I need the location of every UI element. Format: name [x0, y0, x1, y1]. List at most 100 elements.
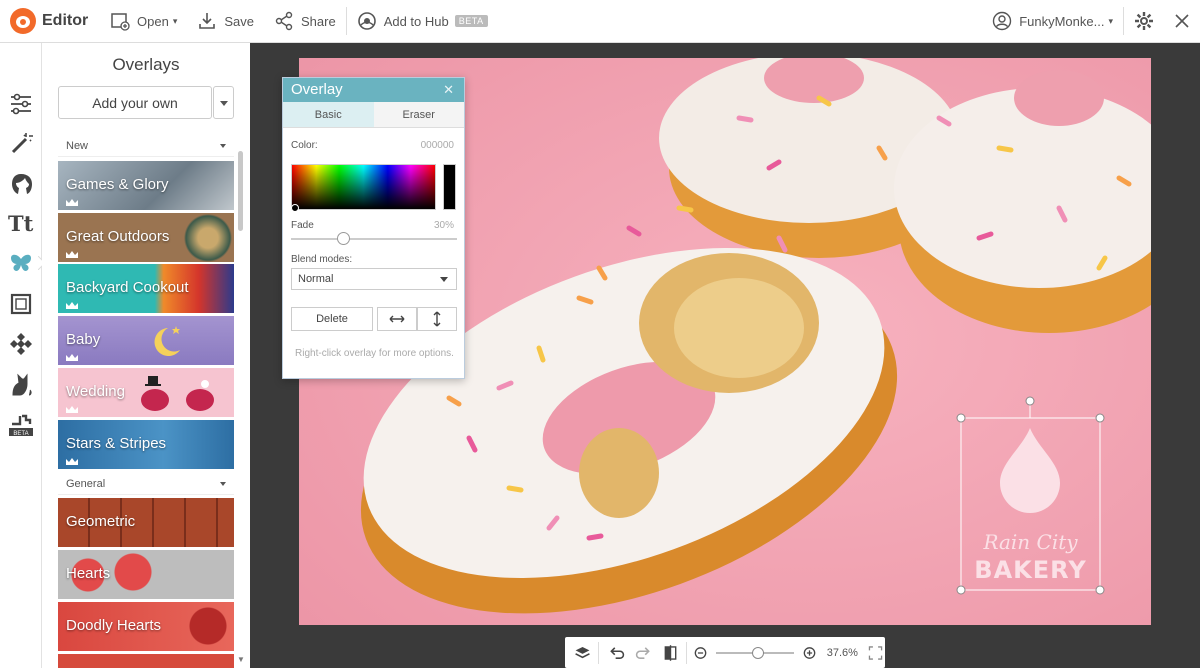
overlay-dialog: Overlay ✕ Basic Eraser Color: 000000 Fad…: [282, 77, 465, 379]
zoom-value: 37.6%: [826, 646, 858, 659]
flip-horizontal-icon: [389, 315, 405, 323]
logo-overlay-line1: Rain City: [983, 530, 1078, 554]
color-swatch[interactable]: [443, 164, 456, 210]
color-label: Color:: [291, 140, 318, 151]
tab-basic[interactable]: Basic: [283, 102, 374, 127]
svg-text:BETA: BETA: [13, 431, 28, 437]
zoom-slider-handle[interactable]: [751, 646, 764, 659]
user-menu[interactable]: FunkyMonke... ▾: [982, 0, 1123, 43]
lovebirds-icon: [141, 376, 214, 411]
butterfly-icon[interactable]: [8, 251, 34, 277]
panel-scrollbar[interactable]: [238, 151, 243, 231]
add-your-own-button[interactable]: Add your own: [58, 86, 212, 119]
share-button[interactable]: Share: [264, 0, 346, 43]
color-hex-value[interactable]: 000000: [421, 140, 454, 151]
hub-icon: [357, 12, 376, 30]
overlay-tile[interactable]: Backyard Cookout: [58, 264, 234, 313]
dialog-hint: Right-click overlay for more options.: [295, 348, 454, 359]
zoom-out-icon[interactable]: [691, 642, 710, 664]
monkey-logo-icon: [10, 8, 36, 34]
crown-icon: [66, 251, 78, 258]
section-header-new[interactable]: New: [58, 135, 234, 157]
overlay-tile[interactable]: Baby: [58, 316, 234, 365]
zoom-slider-track[interactable]: [715, 646, 794, 659]
zoom-in-icon[interactable]: [800, 642, 819, 664]
layers-icon[interactable]: [573, 642, 592, 664]
add-to-hub-label: Add to Hub: [383, 13, 449, 29]
blend-modes-label: Blend modes:: [291, 254, 353, 265]
add-dropdown-button[interactable]: [213, 86, 234, 119]
user-icon: [993, 11, 1012, 31]
hub-beta-icon[interactable]: BETA: [8, 411, 34, 437]
open-button[interactable]: Open ▾: [100, 0, 187, 43]
tile-label: Baby: [66, 331, 101, 348]
flip-horizontal-button[interactable]: [377, 307, 417, 331]
dialog-tabs: Basic Eraser: [283, 102, 464, 128]
app-logo[interactable]: Editor: [0, 8, 100, 34]
color-spectrum[interactable]: [291, 164, 436, 210]
magic-wand-icon[interactable]: [8, 131, 34, 157]
section-header-general[interactable]: General: [58, 473, 234, 495]
settings-button[interactable]: [1124, 0, 1164, 43]
app-name: Editor: [42, 12, 89, 29]
compare-icon[interactable]: [661, 642, 680, 664]
close-button[interactable]: [1164, 0, 1200, 43]
overlay-tile[interactable]: Doodly Hearts: [58, 602, 234, 651]
close-icon: [1175, 14, 1189, 28]
crown-icon: [66, 354, 78, 361]
logo-overlay-line2: BAKERY: [974, 556, 1087, 584]
close-icon[interactable]: ✕: [443, 78, 454, 102]
tile-label: Doodly Hearts: [66, 617, 162, 634]
bottom-toolbar: 37.6%: [565, 637, 885, 668]
share-label: Share: [300, 13, 336, 29]
overlay-tile[interactable]: Hearts: [58, 550, 234, 599]
undo-icon[interactable]: [607, 642, 626, 664]
scroll-down-arrow[interactable]: ▼: [237, 655, 245, 664]
flip-vertical-icon: [433, 311, 441, 327]
frame-icon[interactable]: [8, 291, 34, 317]
overlay-tile[interactable]: Stars & Stripes: [58, 420, 234, 469]
save-button[interactable]: Save: [187, 0, 264, 43]
fade-slider-handle[interactable]: [337, 232, 350, 245]
color-picker-handle[interactable]: [291, 204, 299, 212]
image-add-icon: [111, 13, 130, 31]
tile-label: Hearts: [66, 565, 111, 582]
tool-rail: Tt BETA: [0, 43, 42, 668]
dialog-title: Overlay: [291, 81, 343, 98]
tile-label: Games & Glory: [66, 176, 169, 193]
crown-icon: [66, 406, 78, 413]
texture-icon[interactable]: [8, 331, 34, 357]
fade-slider-track[interactable]: [291, 238, 457, 240]
open-label: Open: [137, 13, 169, 29]
overlay-tile[interactable]: Games & Glory: [58, 161, 234, 210]
fullscreen-icon[interactable]: [866, 642, 885, 664]
blend-mode-select[interactable]: Normal: [291, 268, 457, 290]
dialog-header[interactable]: Overlay ✕: [283, 78, 464, 102]
top-toolbar: Editor Open ▾ Save Share Add to Hub BETA…: [0, 0, 1200, 43]
cat-icon[interactable]: [8, 371, 34, 397]
overlay-tile[interactable]: Great Outdoors: [58, 213, 234, 262]
tile-label: Backyard Cookout: [66, 279, 189, 296]
flip-vertical-button[interactable]: [417, 307, 457, 331]
add-to-hub-button[interactable]: Add to Hub BETA: [347, 0, 498, 43]
overlay-tile[interactable]: Geometric: [58, 498, 234, 547]
fade-value: 30%: [433, 220, 454, 231]
text-tool-icon[interactable]: Tt: [8, 211, 34, 237]
download-icon: [199, 13, 216, 29]
save-label: Save: [224, 13, 254, 29]
chevron-down-icon: ▾: [1108, 15, 1113, 26]
chevron-down-icon: ▾: [172, 15, 178, 26]
overlay-tile[interactable]: [58, 654, 234, 668]
face-icon[interactable]: [8, 171, 34, 197]
beta-badge: BETA: [454, 15, 488, 27]
delete-button[interactable]: Delete: [291, 307, 373, 331]
redo-icon[interactable]: [634, 642, 653, 664]
overlay-tile[interactable]: Wedding: [58, 368, 234, 417]
panel-title: Overlays: [112, 55, 180, 74]
adjustments-icon[interactable]: [8, 91, 34, 117]
tile-label: Geometric: [66, 513, 136, 530]
moon-icon: [154, 326, 180, 356]
tab-eraser[interactable]: Eraser: [373, 102, 464, 127]
fade-label: Fade: [291, 220, 314, 231]
tile-label: Great Outdoors: [66, 228, 170, 245]
